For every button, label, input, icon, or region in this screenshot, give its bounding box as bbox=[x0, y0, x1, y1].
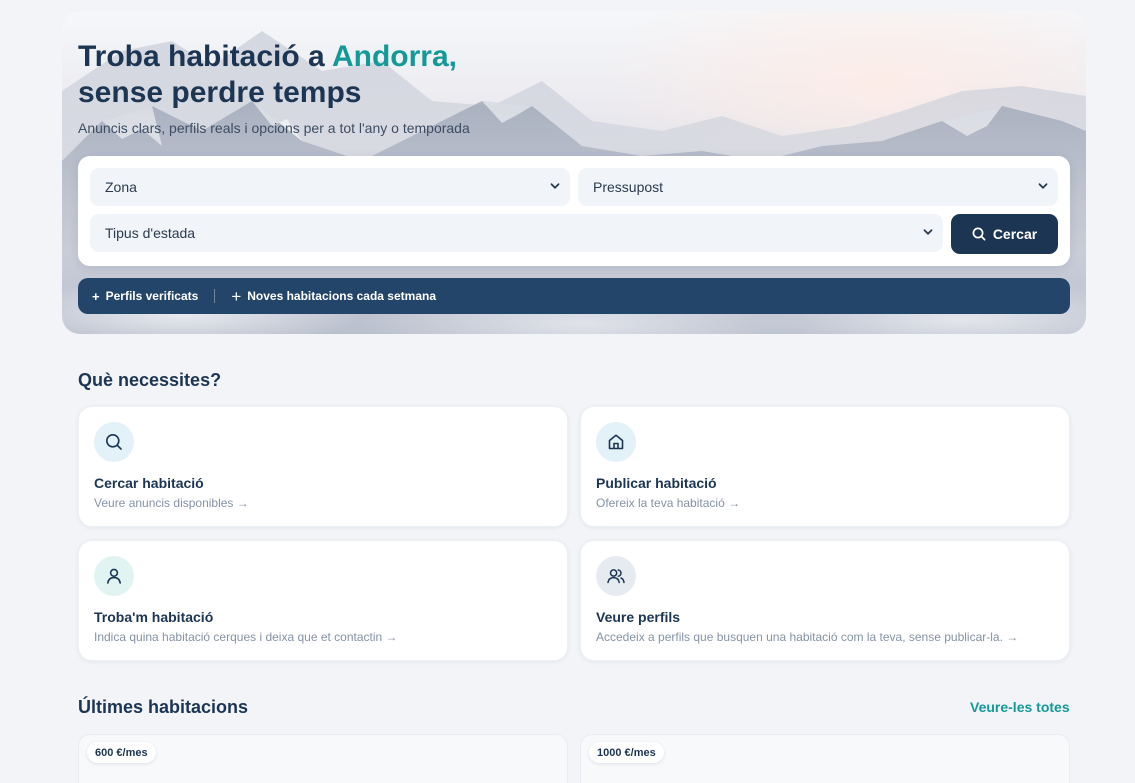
home-icon bbox=[596, 422, 636, 462]
listing-card[interactable]: 600 €/mes bbox=[78, 734, 568, 783]
plus-icon: + bbox=[231, 286, 242, 306]
price-badge: 600 €/mes bbox=[87, 742, 156, 763]
hero-title-prefix: Troba habitació a bbox=[78, 40, 332, 73]
pressupost-select-value: Pressupost bbox=[593, 179, 664, 195]
card-subtitle: Ofereix la teva habitació → bbox=[596, 496, 741, 510]
search-button[interactable]: Cercar bbox=[951, 214, 1058, 254]
card-find-me-room[interactable]: Troba'm habitació Indica quina habitació… bbox=[78, 540, 568, 661]
info-item-new-rooms: + Noves habitacions cada setmana bbox=[231, 288, 436, 305]
tipus-estada-select[interactable]: Tipus d'estada bbox=[90, 214, 943, 252]
card-see-profiles[interactable]: Veure perfils Accedeix a perfils que bus… bbox=[580, 540, 1070, 661]
hero-title-accent: Andorra, bbox=[331, 40, 457, 73]
pressupost-select[interactable]: Pressupost bbox=[578, 168, 1058, 206]
card-subtitle: Accedeix a perfils que busquen una habit… bbox=[596, 630, 1019, 644]
card-search-room[interactable]: Cercar habitació Veure anuncis disponibl… bbox=[78, 406, 568, 527]
info-item-verified: + Perfils verificats bbox=[92, 289, 198, 303]
chevron-down-icon bbox=[923, 229, 933, 235]
card-title: Cercar habitació bbox=[94, 475, 204, 491]
chevron-down-icon bbox=[550, 183, 560, 189]
hero-title: Troba habitació a Andorra, sense perdre … bbox=[78, 39, 457, 111]
price-badge: 1000 €/mes bbox=[589, 742, 664, 763]
info-bar: + Perfils verificats + Noves habitacions… bbox=[78, 278, 1070, 314]
card-title: Publicar habitació bbox=[596, 475, 717, 491]
divider bbox=[214, 289, 216, 303]
card-title: Troba'm habitació bbox=[94, 609, 214, 625]
card-subtitle: Indica quina habitació cerques i deixa q… bbox=[94, 630, 398, 644]
search-button-label: Cercar bbox=[992, 226, 1038, 242]
chevron-down-icon bbox=[1038, 183, 1048, 189]
users-icon bbox=[596, 556, 636, 596]
info-item-new-rooms-label: Noves habitacions cada setmana bbox=[247, 289, 436, 303]
zona-select[interactable]: Zona bbox=[90, 168, 570, 206]
card-subtitle: Veure anuncis disponibles → bbox=[94, 496, 249, 510]
search-icon bbox=[94, 422, 134, 462]
search-form: Zona Pressupost Tipus d'estada Cercar bbox=[78, 156, 1070, 266]
card-title: Veure perfils bbox=[596, 609, 681, 625]
plus-icon: + bbox=[92, 288, 100, 304]
hero-banner: Troba habitació a Andorra, sense perdre … bbox=[62, 11, 1086, 334]
hero-subtitle: Anuncis clars, perfils reals i opcions p… bbox=[78, 120, 470, 136]
needs-section-title: Què necessites? bbox=[78, 370, 222, 390]
hero-title-line2: sense perdre temps bbox=[78, 76, 362, 109]
latest-section-title: Últimes habitacions bbox=[78, 697, 249, 717]
info-item-verified-label: Perfils verificats bbox=[105, 289, 199, 303]
search-icon bbox=[972, 227, 986, 241]
tipus-estada-select-value: Tipus d'estada bbox=[105, 225, 196, 241]
listing-card[interactable]: 1000 €/mes bbox=[580, 734, 1070, 783]
user-icon bbox=[94, 556, 134, 596]
card-publish-room[interactable]: Publicar habitació Ofereix la teva habit… bbox=[580, 406, 1070, 527]
see-all-link[interactable]: Veure-les totes bbox=[970, 699, 1070, 715]
zona-select-value: Zona bbox=[105, 179, 137, 195]
